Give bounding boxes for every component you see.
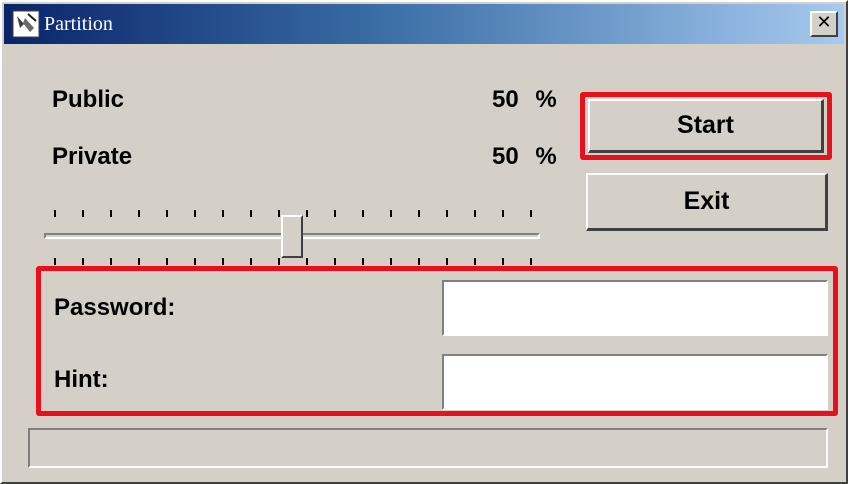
slider-tick (474, 258, 476, 265)
start-button[interactable]: Start (588, 99, 824, 153)
public-percent-sign: % (535, 86, 557, 113)
slider-tick (446, 258, 448, 265)
slider-tick (278, 258, 280, 265)
slider-tick (222, 210, 224, 217)
public-value: 50 (492, 86, 519, 113)
slider-tick (138, 258, 140, 265)
slider-tick (362, 210, 364, 217)
public-label: Public (52, 86, 125, 113)
slider-tick (110, 210, 112, 217)
private-value: 50 (492, 143, 519, 170)
slider-tick (474, 210, 476, 217)
close-icon: ✕ (816, 12, 832, 33)
partition-window: Partition ✕ Public 50 % Private 50 % Sta… (0, 0, 848, 484)
progress-bar (28, 428, 828, 468)
slider-tick (418, 210, 420, 217)
slider-tick (250, 210, 252, 217)
slider-tick (222, 258, 224, 265)
slider-tick (54, 258, 56, 265)
slider-tick (390, 258, 392, 265)
slider-tick (82, 258, 84, 265)
slider-tick (334, 258, 336, 265)
slider-tick (418, 258, 420, 265)
slider-tick (390, 210, 392, 217)
password-input[interactable] (442, 280, 828, 336)
slider-tick (194, 210, 196, 217)
hint-input[interactable] (442, 354, 828, 410)
slider-tick (446, 210, 448, 217)
slider-tick (54, 210, 56, 217)
disk-partition-icon (12, 10, 40, 38)
slider-tick (306, 210, 308, 217)
hint-label: Hint: (54, 366, 109, 393)
public-percent: 50 % (492, 86, 557, 114)
slider-tick (334, 210, 336, 217)
slider-tick (502, 210, 504, 217)
slider-tick (502, 258, 504, 265)
slider-tick (138, 210, 140, 217)
slider-tick (306, 258, 308, 265)
window-title: Partition (44, 13, 113, 35)
private-percent: 50 % (492, 143, 557, 171)
slider-tick (250, 258, 252, 265)
private-label: Private (52, 143, 133, 170)
title-bar[interactable]: Partition ✕ (4, 4, 844, 44)
slider-tick (194, 258, 196, 265)
private-percent-sign: % (535, 143, 557, 170)
slider-tick (166, 210, 168, 217)
allocation-slider-thumb[interactable] (281, 215, 303, 258)
slider-tick (82, 210, 84, 217)
slider-tick (362, 258, 364, 265)
slider-tick (110, 258, 112, 265)
slider-tick (278, 210, 280, 217)
slider-tick (530, 210, 532, 217)
close-button[interactable]: ✕ (810, 11, 838, 37)
exit-button[interactable]: Exit (586, 173, 828, 231)
password-label: Password: (54, 294, 176, 321)
slider-tick (530, 258, 532, 265)
slider-tick (166, 258, 168, 265)
